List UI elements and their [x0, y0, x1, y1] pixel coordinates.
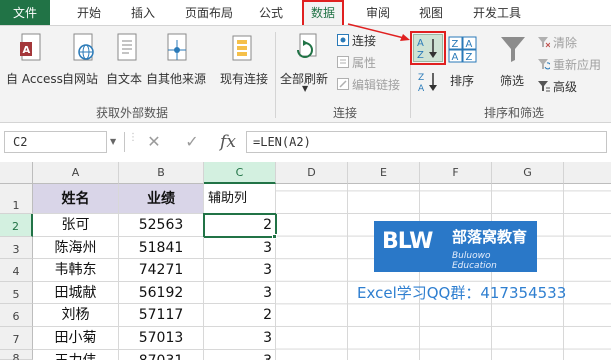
table-cell-value[interactable]: 57117	[119, 304, 204, 327]
table-cell-helper[interactable]: 3	[204, 237, 276, 259]
group-get-external-data: 获取外部数据	[96, 106, 169, 120]
table-cell-helper[interactable]: 3	[204, 350, 276, 360]
column-header[interactable]: D	[276, 162, 348, 184]
name-box-dropdown-icon[interactable]: ▼	[110, 137, 116, 146]
edit-links-button[interactable]: 编辑链接	[337, 76, 400, 93]
column-header[interactable]: A	[33, 162, 119, 184]
enter-button[interactable]: ✓	[181, 130, 203, 154]
row-header[interactable]: 3	[0, 237, 33, 259]
reapply-label: 重新应用	[553, 58, 602, 72]
column-header-empty[interactable]	[564, 162, 611, 184]
from-other-sources-label: 自其他来源	[146, 72, 207, 86]
edit-links-label: 编辑链接	[352, 78, 401, 92]
sort-descending-button[interactable]: Z A	[415, 70, 441, 94]
sort-za-icon: Z A	[418, 73, 437, 94]
select-all-corner[interactable]	[0, 162, 33, 184]
group-connections: 连接	[333, 106, 358, 120]
header-cell-performance[interactable]: 业绩	[119, 184, 204, 214]
table-cell-value[interactable]: 52563	[119, 214, 204, 237]
logo-english-name: Buluowo Education	[452, 251, 497, 271]
column-header[interactable]: G	[492, 162, 564, 184]
svg-text:A: A	[418, 84, 425, 94]
table-cell-value[interactable]: 56192	[119, 282, 204, 304]
table-cell-name[interactable]: 韦韩东	[33, 259, 119, 282]
table-cell-name[interactable]: 王力伟	[33, 350, 119, 360]
logo-mark: BLW	[382, 229, 433, 254]
existing-connections-label: 现有连接	[220, 72, 269, 86]
fill-handle[interactable]	[272, 234, 277, 239]
column-header[interactable]: B	[119, 162, 204, 184]
table-cell-helper[interactable]: 3	[204, 282, 276, 304]
svg-text:Z: Z	[418, 73, 424, 83]
brand-logo: BLW 部落窝教育 Buluowo Education	[374, 221, 537, 272]
table-cell-name[interactable]: 张可	[33, 214, 119, 237]
table-cell-value[interactable]: 57013	[119, 327, 204, 350]
column-header-selected[interactable]: C	[204, 162, 276, 184]
from-access-label: 自 Access	[6, 72, 63, 86]
table-cell-name[interactable]: 田城献	[33, 282, 119, 304]
watermark-text: Excel学习QQ群：417354533	[357, 284, 567, 302]
row-header[interactable]: 8	[0, 350, 33, 360]
advanced-filter-button[interactable]: 高级	[538, 78, 577, 95]
active-cell[interactable]: 2	[203, 213, 277, 238]
from-text-label: 自文本	[106, 72, 143, 86]
more-icon: ⋮	[128, 132, 138, 143]
table-cell-value[interactable]: 74271	[119, 259, 204, 282]
table-cell-helper[interactable]: 3	[204, 259, 276, 282]
formula-separator	[124, 132, 125, 152]
sort-label: 排序	[450, 74, 475, 88]
row-header[interactable]: 6	[0, 304, 33, 327]
header-cell-name[interactable]: 姓名	[33, 184, 119, 214]
table-cell-helper[interactable]: 2	[204, 304, 276, 327]
table-cell-value[interactable]: 51841	[119, 237, 204, 259]
table-cell-name[interactable]: 田小菊	[33, 327, 119, 350]
column-header[interactable]: E	[348, 162, 420, 184]
edit-links-icon	[337, 78, 349, 90]
column-header[interactable]: F	[420, 162, 492, 184]
formula-input[interactable]: =LEN(A2)	[246, 131, 607, 153]
row-header[interactable]: 1	[0, 184, 33, 214]
row-header[interactable]: 4	[0, 259, 33, 282]
chevron-down-icon: ▼	[302, 84, 309, 93]
advanced-filter-icon	[538, 81, 550, 92]
name-box[interactable]: C2	[4, 131, 107, 153]
filter-label: 筛选	[500, 74, 525, 88]
header-cell-helper[interactable]: 辅助列	[204, 184, 276, 214]
empty-cells-area[interactable]	[276, 184, 611, 360]
table-cell-helper[interactable]: 3	[204, 327, 276, 350]
table-cell-name[interactable]: 刘杨	[33, 304, 119, 327]
row-header-selected[interactable]: 2	[0, 214, 33, 237]
row-header[interactable]: 7	[0, 327, 33, 350]
cancel-button[interactable]: ✕	[143, 130, 165, 154]
table-cell-value[interactable]: 87031	[119, 350, 204, 360]
logo-chinese-name: 部落窝教育	[452, 228, 528, 246]
annotation-arrow-icon	[347, 23, 410, 41]
advanced-label: 高级	[553, 80, 578, 94]
from-web-label: 自网站	[62, 72, 99, 86]
formula-bar: C2 ▼ ⋮ ✕ ✓ fx =LEN(A2)	[0, 127, 611, 157]
table-cell-name[interactable]: 陈海州	[33, 237, 119, 259]
group-sort-filter: 排序和筛选	[484, 106, 545, 120]
insert-function-button[interactable]: fx	[217, 130, 239, 154]
row-header[interactable]: 5	[0, 282, 33, 304]
